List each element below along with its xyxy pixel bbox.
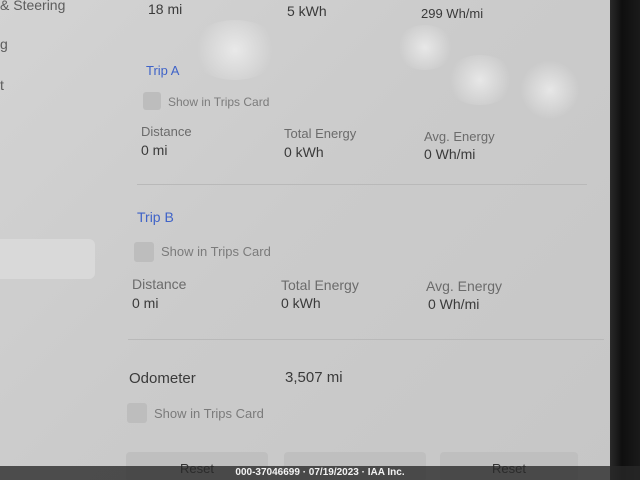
odometer-show-label: Show in Trips Card xyxy=(154,406,264,421)
touchscreen: & Steering g t 18 mi 5 kWh 299 Wh/mi Tri… xyxy=(0,0,640,480)
odometer-label: Odometer xyxy=(129,370,196,387)
trip-a-energy-value: 0 kWh xyxy=(284,144,324,160)
divider xyxy=(128,339,604,340)
sidebar-item-partial-t[interactable]: t xyxy=(0,77,4,93)
trip-a-avg-label: Avg. Energy xyxy=(424,129,495,144)
sidebar-item-steering[interactable]: & Steering xyxy=(0,0,65,13)
sidebar-item-partial-g[interactable]: g xyxy=(0,36,8,52)
current-drive-avg-value: 299 Wh/mi xyxy=(421,6,484,21)
glare xyxy=(395,25,455,70)
trip-b-show-label: Show in Trips Card xyxy=(161,244,271,259)
trip-a-title: Trip A xyxy=(146,63,180,78)
glare xyxy=(445,55,515,105)
trip-b-avg-value: 0 Wh/mi xyxy=(428,296,480,312)
trip-b-distance-label: Distance xyxy=(132,276,187,292)
trip-a-show-checkbox[interactable] xyxy=(143,92,161,110)
glare xyxy=(190,20,280,80)
glare xyxy=(520,60,580,120)
trip-a-show-label: Show in Trips Card xyxy=(168,95,270,109)
odometer-value: 3,507 mi xyxy=(285,369,343,386)
trip-b-distance-value: 0 mi xyxy=(132,295,159,311)
trip-b-avg-label: Avg. Energy xyxy=(426,278,503,294)
trip-b-show-checkbox[interactable] xyxy=(134,242,154,262)
trip-a-avg-value: 0 Wh/mi xyxy=(424,146,476,162)
sidebar-item-selected[interactable] xyxy=(0,239,95,279)
trip-a-distance-value: 0 mi xyxy=(141,142,168,158)
divider xyxy=(137,184,587,185)
trip-a-distance-label: Distance xyxy=(141,124,192,139)
odometer-show-checkbox[interactable] xyxy=(127,403,147,423)
trip-a-energy-label: Total Energy xyxy=(284,126,357,141)
screen-bezel xyxy=(610,0,640,480)
trip-b-title: Trip B xyxy=(137,209,174,225)
trip-b-energy-value: 0 kWh xyxy=(281,295,321,311)
watermark-bar: 000-37046699 · 07/19/2023 · IAA Inc. xyxy=(0,466,640,480)
current-drive-distance-value: 18 mi xyxy=(148,1,183,17)
trip-b-energy-label: Total Energy xyxy=(281,277,359,293)
current-drive-energy-value: 5 kWh xyxy=(287,3,327,19)
